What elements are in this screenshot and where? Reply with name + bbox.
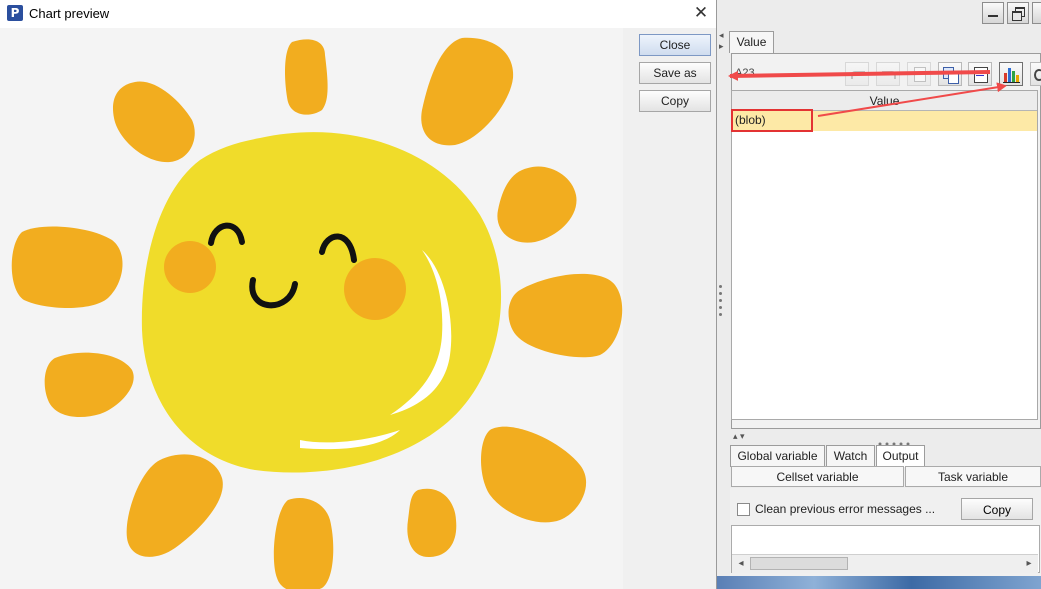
splitter-handle[interactable] [719, 285, 723, 320]
copy-button[interactable]: Copy [639, 90, 711, 112]
chart-icon[interactable] [999, 62, 1023, 86]
zoom-icon[interactable] [1030, 62, 1041, 86]
tab-watch[interactable]: Watch [826, 445, 875, 467]
close-icon[interactable]: ✕ [690, 2, 712, 24]
export-icon[interactable] [907, 62, 931, 86]
tab-global-variable[interactable]: Global variable [730, 445, 825, 467]
horizontal-scrollbar[interactable]: ◂ ▸ [732, 554, 1038, 573]
splitter-handle-horizontal[interactable] [878, 435, 912, 446]
split-arrows-icon[interactable]: ▴ ▾ [733, 431, 745, 442]
scroll-thumb[interactable] [750, 557, 848, 570]
sun-illustration [11, 37, 623, 589]
chart-image-canvas [0, 28, 623, 589]
output-copy-button[interactable]: Copy [961, 498, 1033, 520]
scroll-right-icon[interactable]: ▸ [1021, 556, 1037, 572]
minimize-icon[interactable] [982, 2, 1004, 24]
table-view-icon[interactable] [968, 62, 992, 86]
grid-column-header: Value [732, 91, 1037, 111]
tab-cellset-variable[interactable]: Cellset variable [731, 466, 904, 487]
window-edge-button[interactable] [1032, 2, 1041, 24]
cell-reference: A23 [735, 67, 755, 79]
scroll-left-icon[interactable]: ◂ [733, 556, 749, 572]
save-as-button[interactable]: Save as [639, 62, 711, 84]
app-logo-icon: P [7, 5, 23, 21]
undo-icon[interactable] [845, 62, 869, 86]
dialog-titlebar: P Chart preview ✕ [0, 0, 716, 28]
clean-messages-label: Clean previous error messages ... [755, 502, 936, 516]
tab-output[interactable]: Output [876, 445, 925, 467]
chart-preview-dialog: P Chart preview ✕ Close Save as Copy [0, 0, 717, 589]
tab-value[interactable]: Value [729, 31, 774, 53]
restore-icon[interactable] [1007, 2, 1029, 24]
collapse-arrows-icon[interactable]: ◂ ▸ [719, 30, 724, 52]
tab-task-variable[interactable]: Task variable [905, 466, 1041, 487]
value-grid: Value (blob) [731, 90, 1038, 420]
dialog-title: Chart preview [29, 6, 110, 21]
close-button[interactable]: Close [639, 34, 711, 56]
copy-value-icon[interactable] [938, 62, 962, 86]
redo-icon[interactable] [876, 62, 900, 86]
highlight-box [731, 109, 813, 132]
desktop-background-strip [717, 576, 1041, 589]
clean-messages-checkbox[interactable] [737, 503, 750, 516]
